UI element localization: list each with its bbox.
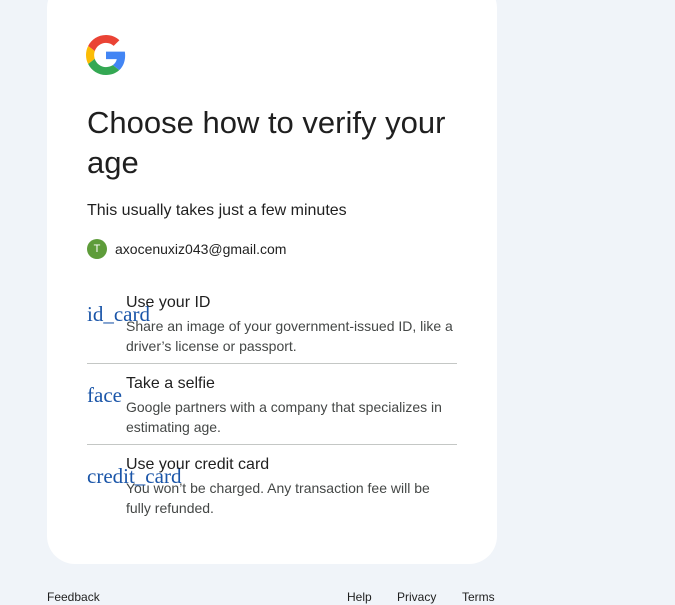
option-description: You won’t be charged. Any transaction fe…	[126, 480, 430, 516]
page-subtitle: This usually takes just a few minutes	[87, 202, 347, 219]
face-icon: face	[87, 383, 122, 407]
divider	[87, 444, 457, 445]
feedback-link[interactable]: Feedback	[47, 590, 100, 604]
privacy-link[interactable]: Privacy	[397, 590, 436, 604]
option-label: Take a selfie	[126, 375, 215, 392]
divider	[87, 363, 457, 364]
option-take-selfie[interactable]: face Take a selfie Google partners with …	[87, 375, 457, 437]
help-link[interactable]: Help	[347, 590, 372, 604]
account-chip: T axocenuxiz043@gmail.com	[87, 239, 286, 259]
account-email: axocenuxiz043@gmail.com	[115, 241, 287, 257]
option-use-id[interactable]: id_card Use your ID Share an image of yo…	[87, 294, 457, 356]
option-description: Share an image of your government-issued…	[126, 318, 453, 354]
google-logo-icon	[86, 35, 126, 75]
option-label: Use your ID	[126, 294, 211, 311]
option-credit-card[interactable]: credit_card Use your credit card You won…	[87, 456, 457, 518]
terms-link[interactable]: Terms	[462, 590, 495, 604]
page-title: Choose how to verify your age	[87, 105, 446, 180]
avatar: T	[87, 239, 107, 259]
option-description: Google partners with a company that spec…	[126, 399, 442, 435]
option-label: Use your credit card	[126, 456, 270, 473]
